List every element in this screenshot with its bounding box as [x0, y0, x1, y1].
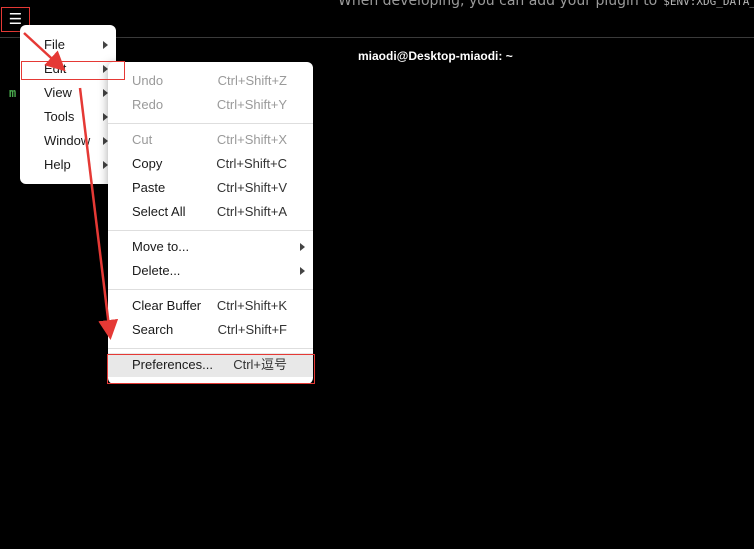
- hamburger-icon: ☰: [8, 10, 23, 28]
- menu-separator: [108, 230, 313, 231]
- move-to-label: Move to...: [132, 239, 190, 254]
- chevron-right-icon: [300, 267, 305, 275]
- menu-item-select-all[interactable]: Select All Ctrl+Shift+A: [108, 200, 313, 224]
- terminal-window: When developing, you can add your plugin…: [0, 0, 754, 549]
- terminal-prompt: m: [9, 86, 17, 100]
- terminal-title: miaodi@Desktop-miaodi: ~: [358, 49, 513, 63]
- select-all-label: Select All: [132, 204, 186, 219]
- menu-item-file[interactable]: File: [20, 33, 116, 57]
- menu-separator: [108, 123, 313, 124]
- cut-shortcut: Ctrl+Shift+X: [216, 132, 287, 147]
- undo-label: Undo: [132, 73, 164, 88]
- menu-item-label: Edit: [44, 61, 67, 76]
- search-shortcut: Ctrl+Shift+F: [217, 322, 287, 337]
- paste-shortcut: Ctrl+Shift+V: [216, 180, 287, 195]
- clear-buffer-shortcut: Ctrl+Shift+K: [216, 298, 287, 313]
- menu-item-help[interactable]: Help: [20, 153, 116, 177]
- redo-label: Redo: [132, 97, 164, 112]
- banner-code: $ENV:XDG_DATA_HO: [663, 0, 754, 8]
- menu-item-label: View: [44, 85, 72, 100]
- copy-shortcut: Ctrl+Shift+C: [216, 156, 287, 171]
- menu-item-cut[interactable]: Cut Ctrl+Shift+X: [108, 128, 313, 152]
- menu-item-window[interactable]: Window: [20, 129, 116, 153]
- menu-item-delete[interactable]: Delete...: [108, 259, 313, 283]
- menu-item-preferences[interactable]: Preferences... Ctrl+逗号: [108, 353, 313, 377]
- chevron-right-icon: [300, 243, 305, 251]
- search-label: Search: [132, 322, 174, 337]
- menu-separator: [108, 289, 313, 290]
- delete-label: Delete...: [132, 263, 181, 278]
- main-menu: File Edit View Tools Window Help: [20, 25, 116, 184]
- banner-text: When developing, you can add your plugin…: [338, 0, 754, 9]
- menu-item-undo[interactable]: Undo Ctrl+Shift+Z: [108, 69, 313, 93]
- menu-item-label: Help: [44, 157, 71, 172]
- edit-submenu: Undo Ctrl+Shift+Z Redo Ctrl+Shift+Y Cut …: [108, 62, 313, 384]
- menu-item-label: Window: [44, 133, 91, 148]
- menu-item-clear-buffer[interactable]: Clear Buffer Ctrl+Shift+K: [108, 294, 313, 318]
- select-all-shortcut: Ctrl+Shift+A: [216, 204, 287, 219]
- preferences-shortcut: Ctrl+逗号: [233, 357, 287, 372]
- menu-item-label: File: [44, 37, 65, 52]
- menu-item-view[interactable]: View: [20, 81, 116, 105]
- menu-item-redo[interactable]: Redo Ctrl+Shift+Y: [108, 93, 313, 117]
- menu-item-paste[interactable]: Paste Ctrl+Shift+V: [108, 176, 313, 200]
- redo-shortcut: Ctrl+Shift+Y: [216, 97, 287, 112]
- cut-label: Cut: [132, 132, 153, 147]
- copy-label: Copy: [132, 156, 163, 171]
- menu-item-search[interactable]: Search Ctrl+Shift+F: [108, 318, 313, 342]
- menu-item-copy[interactable]: Copy Ctrl+Shift+C: [108, 152, 313, 176]
- paste-label: Paste: [132, 180, 166, 195]
- menu-item-label: Tools: [44, 109, 75, 124]
- banner-message: When developing, you can add your plugin…: [338, 0, 658, 9]
- clear-buffer-label: Clear Buffer: [132, 298, 202, 313]
- menu-item-tools[interactable]: Tools: [20, 105, 116, 129]
- menu-separator: [108, 348, 313, 349]
- menu-item-move-to[interactable]: Move to...: [108, 235, 313, 259]
- undo-shortcut: Ctrl+Shift+Z: [217, 73, 287, 88]
- menu-item-edit[interactable]: Edit: [20, 57, 116, 81]
- preferences-label: Preferences...: [132, 357, 213, 372]
- chevron-right-icon: [103, 41, 108, 49]
